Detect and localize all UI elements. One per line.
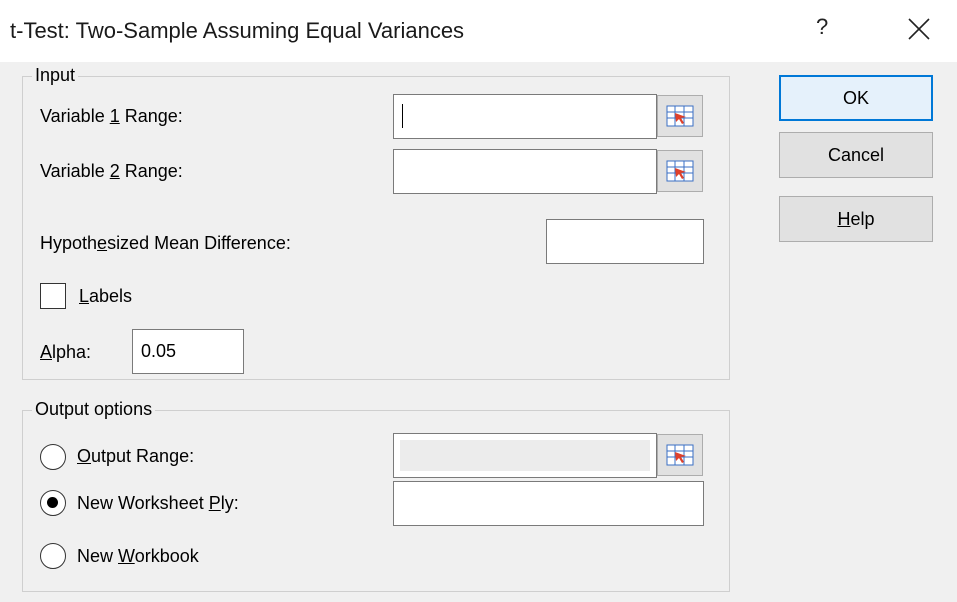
hypothesized-mean-difference-input[interactable] [546,219,704,264]
new-worksheet-ply-input[interactable] [393,481,704,526]
ok-button[interactable]: OK [779,75,933,121]
variable-1-range-selector-button[interactable] [657,95,703,137]
hypothesized-mean-difference-label: Hypothesized Mean Difference: [40,233,291,253]
alpha-label: Alpha: [40,342,92,362]
variable-2-range-label: Variable 2 Range: [40,161,183,181]
dialog-body: Input Variable 1 Range: Variable 2 Range… [0,62,957,602]
labels-checkbox-label[interactable]: Labels [79,286,132,307]
output-range-input[interactable] [393,433,657,478]
help-question-button[interactable]: ? [816,14,828,40]
cancel-button[interactable]: Cancel [779,132,933,178]
output-options-group-label: Output options [32,399,156,420]
variable-2-range-input[interactable] [393,149,657,194]
alpha-input[interactable]: 0.05 [132,329,244,374]
new-worksheet-ply-label[interactable]: New Worksheet Ply: [77,493,239,514]
variable-1-range-label: Variable 1 Range: [40,106,183,126]
output-range-label[interactable]: Output Range: [77,446,194,467]
dialog-title: t-Test: Two-Sample Assuming Equal Varian… [10,18,465,43]
variable-2-range-selector-button[interactable] [657,150,703,192]
new-workbook-radio[interactable] [40,543,66,569]
title-bar: t-Test: Two-Sample Assuming Equal Varian… [0,0,957,62]
range-selector-icon [666,160,694,182]
output-range-selector-button[interactable] [657,434,703,476]
input-group-label: Input [32,65,79,86]
new-workbook-label[interactable]: New Workbook [77,546,199,567]
close-icon[interactable] [906,16,932,42]
text-caret [402,104,403,128]
range-selector-icon [666,105,694,127]
new-worksheet-ply-radio[interactable] [40,490,66,516]
help-button[interactable]: Help [779,196,933,242]
disabled-fill [400,440,650,471]
output-range-radio[interactable] [40,444,66,470]
variable-1-range-input[interactable] [393,94,657,139]
labels-checkbox[interactable] [40,283,66,309]
range-selector-icon [666,444,694,466]
